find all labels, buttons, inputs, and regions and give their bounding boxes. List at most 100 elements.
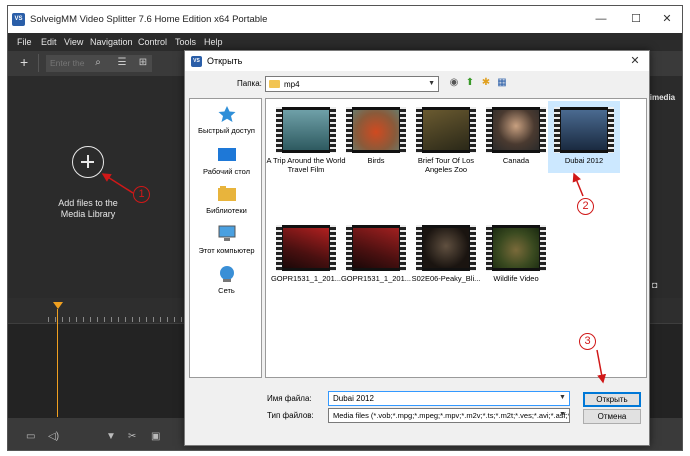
list-view-icon[interactable]: ☰ bbox=[115, 56, 129, 70]
window-titlebar: VS SolveigMM Video Splitter 7.6 Home Edi… bbox=[8, 6, 682, 33]
dialog-app-icon: VS bbox=[191, 56, 202, 67]
place-label: Сеть bbox=[218, 286, 235, 295]
maximize-button[interactable]: ☐ bbox=[621, 6, 651, 33]
file-name: Dubai 2012 bbox=[564, 156, 604, 165]
search-input[interactable] bbox=[50, 56, 90, 70]
search-icon[interactable]: ⌕ bbox=[91, 56, 105, 70]
app-window: VS SolveigMM Video Splitter 7.6 Home Edi… bbox=[7, 5, 683, 451]
menu-view[interactable]: View bbox=[64, 37, 83, 47]
menu-navigation[interactable]: Navigation bbox=[90, 37, 133, 47]
menu-edit[interactable]: Edit bbox=[41, 37, 57, 47]
add-file-icon[interactable]: + bbox=[20, 54, 28, 70]
file-name: A Trip Around the World Travel Film bbox=[266, 156, 346, 174]
place-network[interactable]: Сеть bbox=[190, 265, 263, 295]
file-name-label: Имя файла: bbox=[267, 394, 312, 403]
place-label: Библиотеки bbox=[206, 206, 247, 215]
minimize-button[interactable]: — bbox=[586, 6, 616, 33]
menubar: File Edit View Navigation Control Tools … bbox=[8, 33, 682, 51]
place-label: Рабочий стол bbox=[202, 167, 251, 176]
star-icon bbox=[218, 106, 235, 122]
grid-view-icon[interactable]: ⊞ bbox=[136, 56, 150, 70]
window-title: SolveigMM Video Splitter 7.6 Home Editio… bbox=[30, 14, 268, 25]
file-item[interactable]: GOPR1531_1_201... bbox=[270, 219, 342, 291]
video-thumbnail bbox=[486, 107, 546, 153]
place-label: Быстрый доступ bbox=[198, 126, 255, 135]
open-button[interactable]: Открыть bbox=[583, 392, 641, 407]
ruler-ticks bbox=[48, 317, 188, 322]
file-type-label: Тип файлов: bbox=[267, 411, 314, 420]
chevron-down-icon: ▼ bbox=[428, 80, 435, 87]
file-name: Birds bbox=[367, 156, 385, 165]
look-in-value: mp4 bbox=[284, 80, 300, 89]
playhead-line bbox=[57, 309, 58, 417]
file-name-input[interactable] bbox=[328, 391, 570, 406]
export-icon[interactable]: ▣ bbox=[151, 431, 160, 442]
menu-help[interactable]: Help bbox=[204, 37, 223, 47]
dialog-close-button[interactable]: ✕ bbox=[625, 53, 645, 69]
open-file-dialog: VS Открыть ✕ Папка: mp4 ▼ ◉ ⬆ ✱ ▦ Быстры… bbox=[184, 50, 650, 446]
file-item[interactable]: S02E06-Peaky_Bli... bbox=[410, 219, 482, 291]
new-folder-icon[interactable]: ✱ bbox=[479, 76, 493, 90]
view-menu-icon[interactable]: ▦ bbox=[495, 76, 509, 90]
file-item[interactable]: Wildlife Video bbox=[480, 219, 552, 291]
video-thumbnail bbox=[416, 225, 476, 271]
playhead-marker[interactable] bbox=[53, 302, 63, 309]
up-folder-icon[interactable]: ⬆ bbox=[463, 76, 477, 90]
add-files-label-line1: Add files to the bbox=[58, 198, 118, 208]
file-type-select[interactable]: Media files (*.vob;*.mpg;*.mpeg;*.mpv;*.… bbox=[328, 408, 570, 423]
file-item[interactable]: Canada bbox=[480, 101, 552, 173]
file-item[interactable]: Birds bbox=[340, 101, 412, 173]
place-label: Этот компьютер bbox=[198, 246, 255, 255]
app-logo-icon: VS bbox=[12, 13, 25, 26]
toolbar-divider bbox=[38, 54, 39, 72]
file-name: Brief Tour Of Los Angeles Zoo bbox=[417, 156, 475, 174]
menu-tools[interactable]: Tools bbox=[175, 37, 196, 47]
menu-control[interactable]: Control bbox=[138, 37, 167, 47]
menu-file[interactable]: File bbox=[17, 37, 32, 47]
chevron-down-icon[interactable]: ▼ bbox=[559, 394, 566, 401]
annotation-3: 3 bbox=[579, 333, 596, 350]
file-item[interactable]: GOPR1531_1_201... bbox=[340, 219, 412, 291]
file-item[interactable]: A Trip Around the World Travel Film bbox=[266, 101, 346, 174]
volume-icon[interactable]: ◁) bbox=[48, 431, 59, 442]
add-files-label-line2: Media Library bbox=[60, 209, 116, 219]
close-button[interactable]: ✕ bbox=[652, 6, 682, 33]
cancel-button[interactable]: Отмена bbox=[583, 409, 641, 424]
add-files-button[interactable] bbox=[72, 146, 104, 178]
computer-icon bbox=[218, 225, 235, 241]
cut-icon[interactable]: ✂ bbox=[128, 431, 136, 442]
video-thumbnail bbox=[276, 225, 336, 271]
video-thumbnail bbox=[554, 107, 614, 153]
folder-icon bbox=[269, 80, 280, 88]
file-name: GOPR1531_1_201... bbox=[340, 274, 412, 283]
file-item-selected[interactable]: Dubai 2012 bbox=[548, 101, 620, 173]
file-name: Wildlife Video bbox=[493, 274, 539, 283]
back-icon[interactable]: ◉ bbox=[447, 76, 461, 90]
video-thumbnail bbox=[416, 107, 476, 153]
file-name: S02E06-Peaky_Bli... bbox=[411, 274, 481, 283]
chevron-down-icon[interactable]: ▼ bbox=[559, 411, 566, 418]
screen-icon[interactable]: ▭ bbox=[26, 431, 35, 442]
marker-icon[interactable]: ▼ bbox=[106, 431, 116, 442]
video-thumbnail bbox=[486, 225, 546, 271]
look-in-label: Папка: bbox=[237, 79, 262, 88]
file-item[interactable]: Brief Tour Of Los Angeles Zoo bbox=[410, 101, 482, 174]
dialog-titlebar: VS Открыть ✕ bbox=[185, 51, 649, 71]
place-this-pc[interactable]: Этот компьютер bbox=[190, 225, 263, 255]
place-libraries[interactable]: Библиотеки bbox=[190, 185, 263, 215]
video-thumbnail bbox=[276, 107, 336, 153]
add-files-label: Add files to the Media Library bbox=[28, 198, 148, 220]
video-thumbnail bbox=[346, 225, 406, 271]
file-name: GOPR1531_1_201... bbox=[270, 274, 342, 283]
desktop-icon bbox=[217, 148, 236, 161]
dialog-title: Открыть bbox=[207, 56, 243, 66]
place-desktop[interactable]: Рабочий стол bbox=[190, 146, 263, 176]
annotation-1: 1 bbox=[133, 186, 150, 203]
look-in-select[interactable]: mp4 ▼ bbox=[265, 76, 439, 92]
places-bar: Быстрый доступ Рабочий стол Библиотеки Э… bbox=[189, 98, 262, 378]
place-quick-access[interactable]: Быстрый доступ bbox=[190, 105, 263, 135]
library-icon bbox=[217, 186, 236, 201]
annotation-2: 2 bbox=[577, 198, 594, 215]
network-icon bbox=[219, 266, 234, 282]
video-thumbnail bbox=[346, 107, 406, 153]
